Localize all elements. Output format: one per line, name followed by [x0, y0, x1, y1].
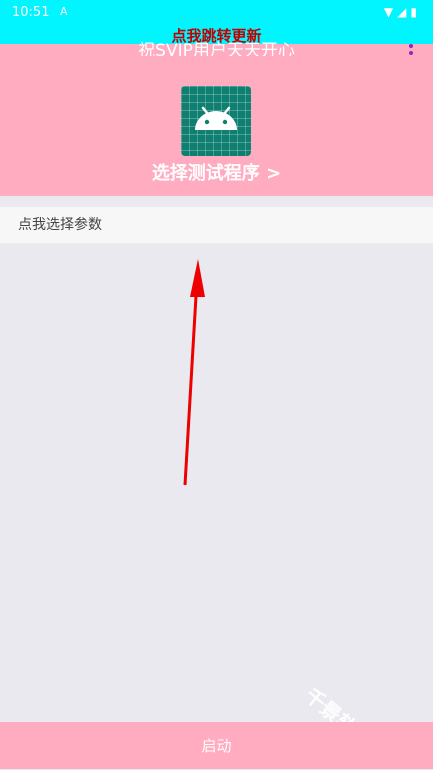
- status-bar: 10:51 A ▼◢▮: [0, 0, 433, 28]
- select-params-row[interactable]: 点我选择参数: [0, 207, 433, 243]
- android-icon[interactable]: [181, 86, 251, 156]
- overflow-menu-icon[interactable]: [409, 44, 415, 60]
- header: 祝SVIP用户天天开心 选择测试程序 >: [0, 41, 433, 196]
- content-area: [0, 243, 433, 723]
- signal-icon: ◢: [397, 5, 411, 19]
- notification-icon: A: [60, 5, 68, 18]
- status-time: 10:51: [12, 5, 50, 20]
- red-arrow-annotation: [183, 259, 205, 486]
- select-program-button[interactable]: 选择测试程序 >: [0, 159, 433, 185]
- status-icons: ▼◢▮: [384, 5, 421, 19]
- header-title: 祝SVIP用户天天开心: [138, 41, 295, 56]
- select-params-label: 点我选择参数: [18, 217, 102, 233]
- wifi-icon: ▼: [383, 5, 398, 19]
- battery-icon: ▮: [410, 5, 421, 19]
- start-button[interactable]: 启动: [0, 722, 433, 769]
